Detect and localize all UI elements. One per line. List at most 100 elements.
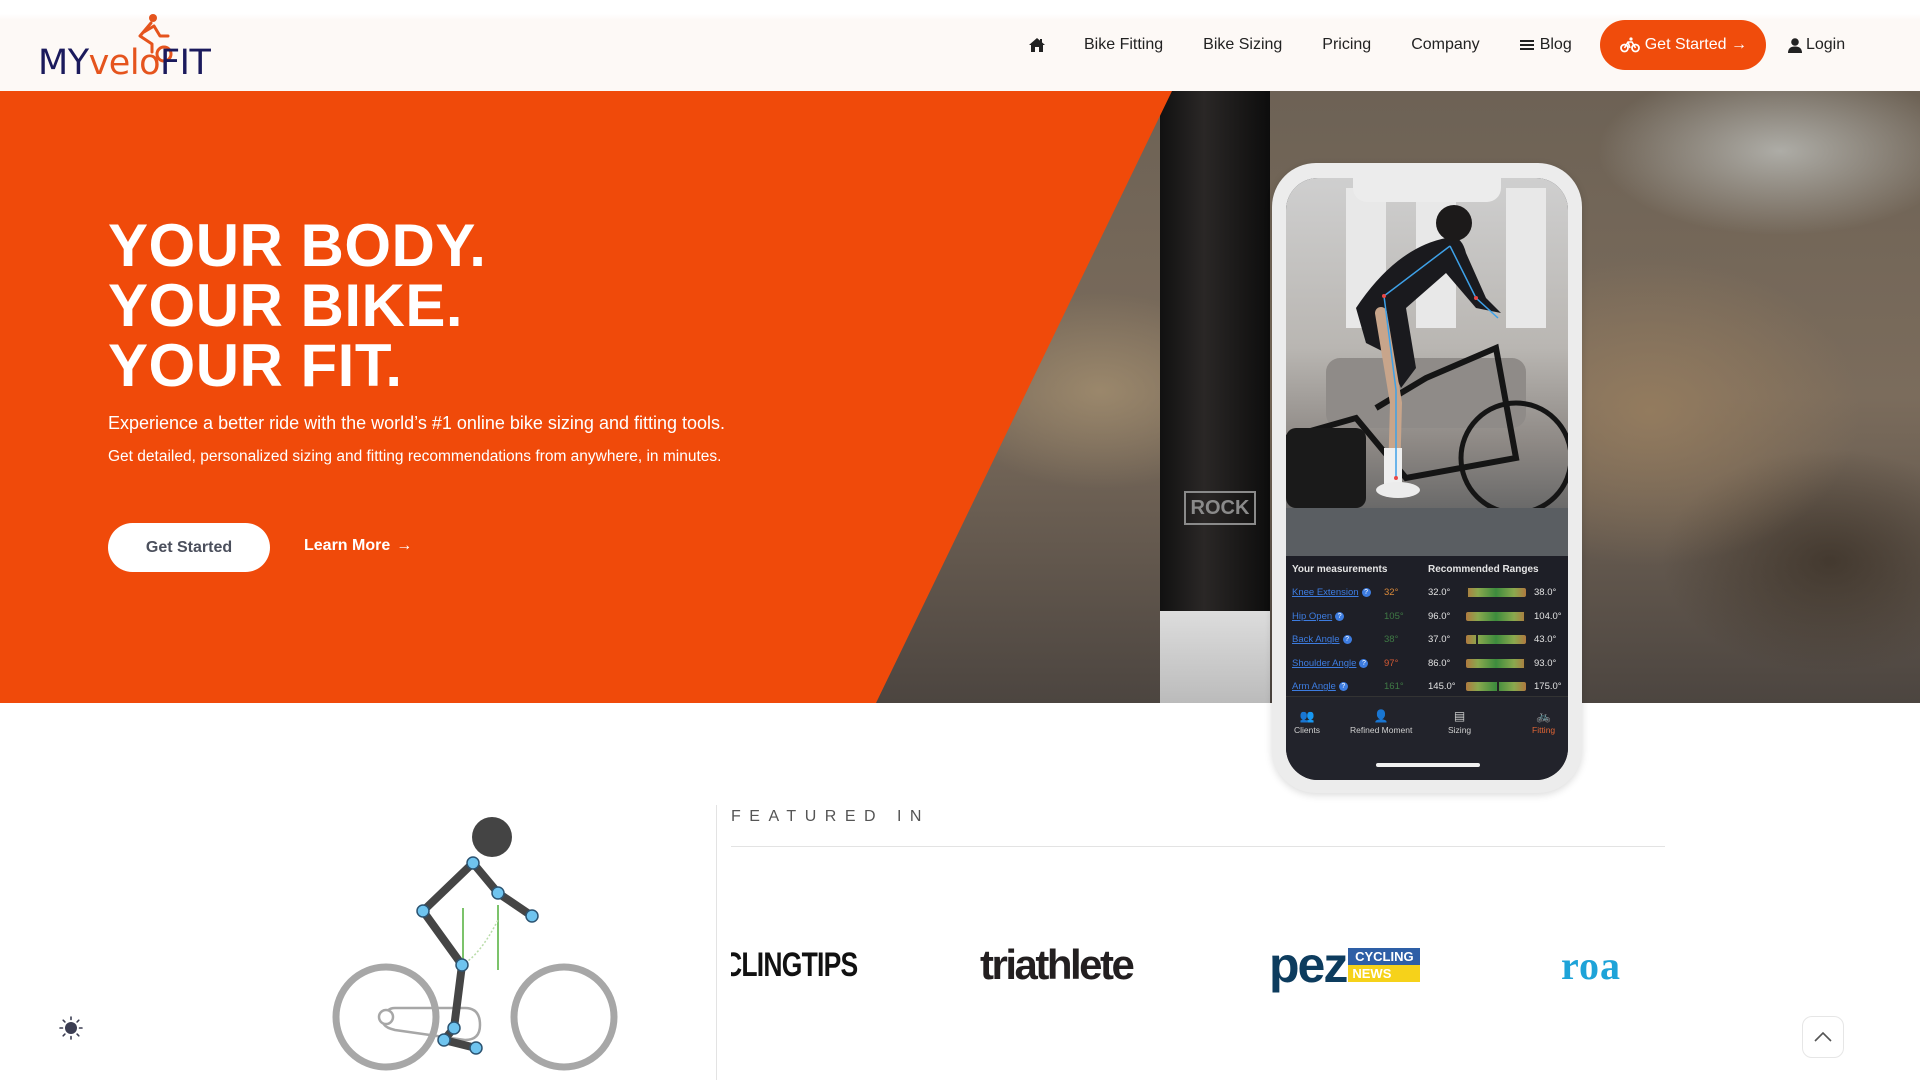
app-tab-clients[interactable]: 👥 Clients — [1294, 709, 1320, 735]
menu-bars-icon — [1519, 40, 1534, 50]
app-rider-photo — [1286, 178, 1568, 556]
logo-wordmark: MYVELoFIT — [38, 43, 211, 83]
cta-label: Get Started → — [1644, 36, 1747, 53]
hero-get-started-button[interactable]: Get Started — [108, 523, 270, 572]
arrow-right-icon: → — [396, 537, 413, 554]
nav-label: Blog — [1539, 36, 1572, 53]
main-nav: Bike Fitting Bike Sizing Pricing Company… — [1010, 20, 1865, 70]
ruler-icon: ▤ — [1453, 709, 1466, 723]
nav-home[interactable] — [1010, 37, 1064, 53]
metric-range-bar — [1466, 610, 1526, 622]
phone-screen: Your measurements Recommended Ranges Kne… — [1286, 178, 1568, 780]
metric-row: Shoulder Angle? 97° 86.0° 93.0° — [1292, 652, 1562, 676]
metric-range-max: 175.0° — [1534, 681, 1562, 693]
metric-name: Hip Open — [1292, 610, 1333, 622]
nav-label: Company — [1411, 36, 1480, 53]
theme-toggle-button[interactable] — [58, 1015, 84, 1041]
nav-blog[interactable]: Blog — [1500, 36, 1592, 54]
metric-range-max: 104.0° — [1534, 610, 1562, 622]
bike-fit-illustration — [332, 817, 618, 1071]
hero-title-line: YOUR FIT. — [108, 332, 403, 399]
metric-range-marker — [1524, 610, 1526, 622]
press-logo-carousel: CLINGTIPS triathlete pez CYCLING NEWS ro… — [731, 930, 1665, 1000]
nav-pricing[interactable]: Pricing — [1302, 36, 1391, 54]
metric-row: Hip Open? 105° 96.0° 104.0° — [1292, 605, 1562, 629]
app-tab-sizing[interactable]: ▤ Sizing — [1448, 709, 1471, 735]
hero-title: YOUR BODY. YOUR BIKE. YOUR FIT. — [108, 216, 486, 396]
section-divider-vertical — [716, 805, 717, 1080]
scroll-to-top-button[interactable] — [1802, 1016, 1844, 1058]
tab-label: Refined Moment — [1350, 725, 1413, 735]
logo-fit: FIT — [159, 43, 211, 83]
featured-in-heading: FEATURED IN — [731, 808, 930, 825]
metric-range-marker — [1466, 587, 1468, 599]
metric-row: Knee Extension? 32° 32.0° 38.0° — [1292, 581, 1562, 605]
metric-range-marker — [1524, 657, 1526, 669]
metric-rows: Knee Extension? 32° 32.0° 38.0° Hip Open? 105… — [1292, 581, 1562, 699]
metric-name-link[interactable]: Hip Open? — [1292, 611, 1384, 622]
metric-value: 97° — [1384, 657, 1399, 669]
nav-company[interactable]: Company — [1391, 36, 1499, 54]
nav-label: Bike Sizing — [1203, 36, 1283, 53]
chainring — [382, 1006, 482, 1042]
hero-description: Get detailed, personalized sizing and fi… — [108, 448, 722, 465]
measurements-panel: Your measurements Recommended Ranges Kne… — [1286, 556, 1568, 696]
metric-range-min: 96.0° — [1428, 610, 1451, 622]
metric-name-link[interactable]: Knee Extension? — [1292, 587, 1384, 598]
learn-more-link[interactable]: Learn More → — [304, 537, 412, 555]
sun-icon — [59, 1016, 83, 1040]
login-label: Login — [1805, 36, 1846, 53]
metric-value: 161° — [1384, 681, 1404, 693]
metric-name-link[interactable]: Shoulder Angle? — [1292, 658, 1384, 669]
nav-bike-fitting[interactable]: Bike Fitting — [1064, 36, 1183, 54]
metric-range-marker — [1476, 634, 1478, 646]
hero-subtitle: Experience a better ride with the world’… — [108, 413, 726, 433]
press-logo-road[interactable]: roa — [1561, 930, 1621, 1000]
hero-section: ROCK YOUR BODY. YOUR BIKE. YOUR FIT. Exp… — [0, 91, 1920, 703]
hero-title-line: YOUR BODY. — [108, 212, 487, 279]
help-icon[interactable]: ? — [1342, 635, 1352, 645]
phone-mockup: Your measurements Recommended Ranges Kne… — [1272, 163, 1582, 793]
metric-name-link[interactable]: Arm Angle? — [1292, 681, 1384, 692]
press-logo-triathlete[interactable]: triathlete — [980, 930, 1135, 1000]
home-indicator — [1376, 763, 1480, 767]
nav-login[interactable]: Login — [1766, 36, 1865, 54]
help-icon[interactable]: ? — [1359, 658, 1369, 668]
metric-row: Back Angle? 38° 37.0° 43.0° — [1292, 628, 1562, 652]
metric-range-bar — [1466, 587, 1526, 599]
logo[interactable]: MYVELoFIT — [38, 14, 223, 83]
help-icon[interactable]: ? — [1338, 682, 1348, 692]
nav-label: Pricing — [1322, 36, 1372, 53]
metric-range-max: 93.0° — [1534, 657, 1557, 669]
logo-my: MY — [38, 43, 89, 83]
front-wheel — [510, 963, 618, 1071]
your-measurements-heading: Your measurements — [1292, 564, 1388, 575]
learn-more-label: Learn More — [304, 537, 391, 554]
press-logo-pez[interactable]: pez CYCLING NEWS — [1269, 930, 1421, 1000]
pez-badge-top: CYCLING — [1348, 948, 1421, 965]
site-header: MYVELoFIT Bike Fitting Bike Sizing Prici… — [0, 0, 1920, 91]
nav-bike-sizing[interactable]: Bike Sizing — [1183, 36, 1302, 54]
press-logo-cyclingtips[interactable]: CLINGTIPS — [731, 930, 858, 1000]
metric-range-min: 37.0° — [1428, 634, 1451, 646]
tab-label: Sizing — [1448, 725, 1472, 735]
user-icon — [1787, 37, 1802, 53]
pez-wordmark: pez — [1269, 937, 1348, 993]
metric-row: Arm Angle? 161° 145.0° 175.0° — [1292, 675, 1562, 699]
featured-divider — [731, 846, 1665, 847]
metric-range-marker — [1497, 681, 1499, 693]
metric-range-min: 86.0° — [1428, 657, 1451, 669]
metric-range-max: 43.0° — [1534, 634, 1557, 646]
help-icon[interactable]: ? — [1361, 588, 1371, 598]
help-icon[interactable]: ? — [1335, 611, 1345, 621]
home-icon — [1029, 38, 1045, 52]
metric-name: Back Angle — [1292, 634, 1340, 646]
app-tab-fitting[interactable]: 🚲 Fitting — [1532, 709, 1555, 735]
metric-range-min: 32.0° — [1428, 587, 1451, 599]
metric-range-bar — [1466, 681, 1526, 693]
get-started-nav-button[interactable]: Get Started → — [1599, 20, 1766, 70]
metric-name: Knee Extension — [1292, 587, 1359, 599]
metric-name-link[interactable]: Back Angle? — [1292, 634, 1384, 645]
metric-value: 105° — [1384, 610, 1404, 622]
app-tab-refined-moment[interactable]: 👤 Refined Moment — [1350, 709, 1412, 735]
